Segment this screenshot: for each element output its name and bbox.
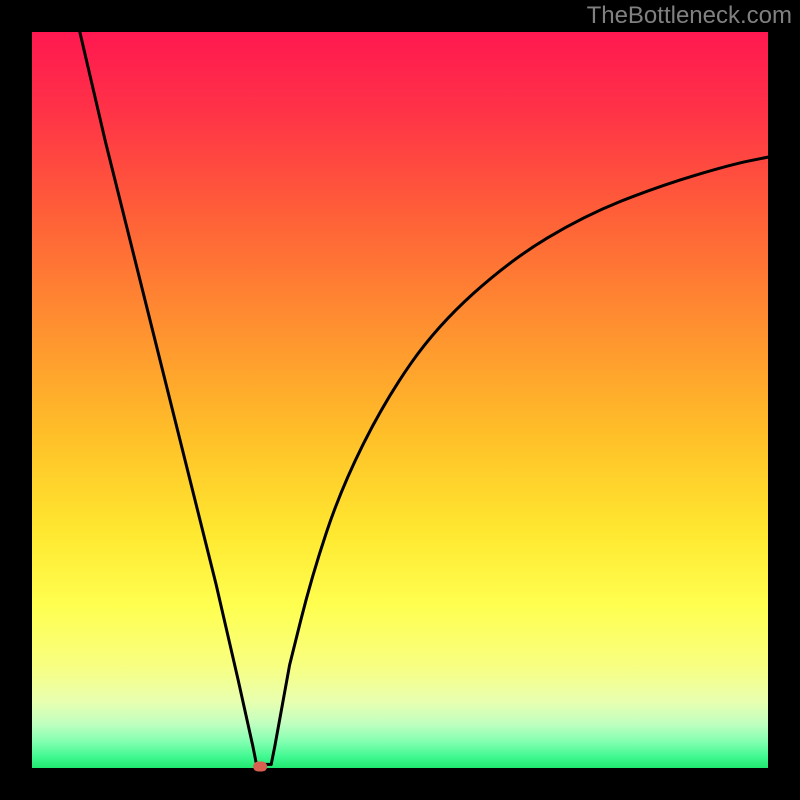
- chart-svg: [0, 0, 800, 800]
- minimum-marker: [253, 762, 267, 772]
- chart-container: TheBottleneck.com: [0, 0, 800, 800]
- watermark-text: TheBottleneck.com: [587, 2, 792, 30]
- plot-background: [32, 32, 768, 768]
